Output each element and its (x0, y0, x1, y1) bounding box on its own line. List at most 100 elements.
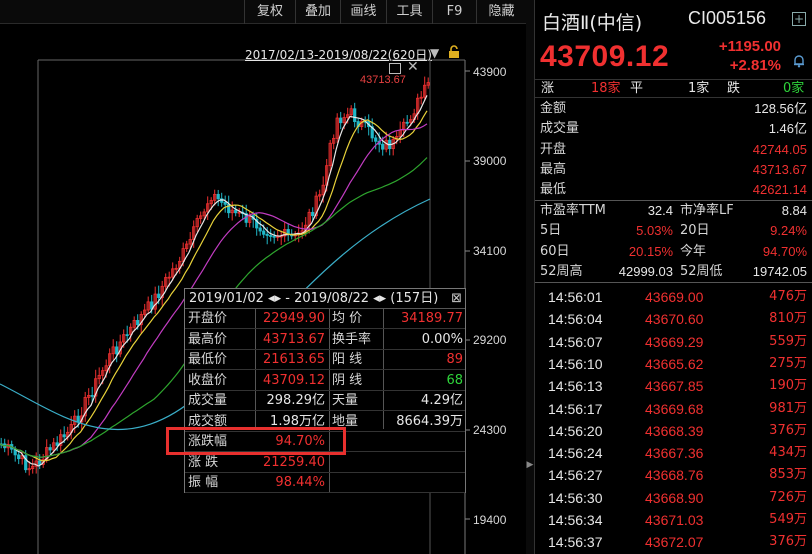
tick-price: 43667.85 (645, 378, 704, 395)
metric-value: 19742.05 (752, 263, 807, 279)
tick-price: 43668.39 (645, 422, 704, 439)
candle-body (223, 201, 227, 205)
y-tick: 29200 (473, 333, 507, 347)
advance-label: 涨 (541, 81, 555, 96)
metric-label: 5日 (540, 223, 562, 239)
y-tick: 39000 (473, 154, 507, 168)
metric-label: 市净率LF (680, 203, 734, 218)
advance-decline-row: 涨 18家 平 1家 跌 0家 (535, 79, 812, 98)
quote-row: 开盘 42744.05 (535, 140, 812, 160)
stats-value (383, 473, 463, 493)
metric-value: 20.15% (628, 243, 673, 259)
range-label[interactable]: 2017/02/13-2019/08/22(620日) (245, 46, 432, 63)
tick-row[interactable]: 14:56:17 43669.68 981万 (535, 398, 812, 420)
metric-value: 32.4 (647, 203, 673, 218)
metric-value: 5.03% (636, 223, 673, 239)
candle-body (353, 108, 357, 123)
tick-row[interactable]: 14:56:30 43668.90 726万 (535, 487, 812, 509)
tick-time: 14:56:24 (548, 445, 603, 462)
tools-button[interactable]: 工具 (386, 0, 432, 24)
maximize-icon[interactable] (389, 63, 401, 74)
tick-row[interactable]: 14:56:37 43672.07 376万 (535, 531, 812, 553)
collapse-arrow-icon[interactable]: ▶ (526, 460, 534, 476)
close-icon[interactable]: ✕ (407, 59, 419, 75)
tick-time: 14:56:20 (548, 422, 603, 439)
candle-body (339, 117, 343, 124)
tick-volume: 434万 (769, 445, 807, 461)
stats-range[interactable]: 2019/01/02 ◂▸ - 2019/08/22 ◂▸ (157日) (189, 291, 438, 306)
stats-row: 涨 跌 21259.40 (185, 453, 465, 473)
metric-value: 42999.03 (618, 263, 673, 279)
candle-body (157, 293, 161, 298)
tick-row[interactable]: 14:56:13 43667.85 190万 (535, 375, 812, 397)
dropdown-arrow-icon[interactable]: ▼ (430, 46, 439, 60)
metric-label: 60日 (540, 243, 570, 259)
tick-price: 43671.03 (645, 512, 704, 528)
tick-row[interactable]: 14:56:20 43668.39 376万 (535, 420, 812, 442)
tick-row[interactable]: 14:56:34 43671.03 549万 (535, 509, 812, 531)
candle-body (76, 415, 80, 423)
candle-body (55, 442, 59, 446)
y-tick: 34100 (473, 244, 507, 258)
lock-icon[interactable] (447, 45, 461, 59)
tick-price: 43672.07 (645, 534, 704, 551)
f9-button[interactable]: F9 (432, 0, 476, 24)
y-tick: 19400 (473, 513, 507, 527)
alert-bell-icon[interactable] (792, 54, 806, 68)
tick-price: 43665.62 (645, 355, 704, 372)
candle-body (115, 346, 119, 355)
metric-value: 9.24% (770, 223, 807, 239)
hide-button[interactable]: 隐藏 (476, 0, 526, 24)
last-price: 43709.12 (540, 40, 670, 73)
tick-row[interactable]: 14:56:04 43670.60 810万 (535, 308, 812, 330)
stock-code: CI005156 (688, 8, 767, 28)
draw-line-button[interactable]: 画线 (340, 0, 386, 24)
tick-time: 14:56:27 (548, 467, 603, 484)
stats-row: 最低价 21613.65 阳 线 89 (185, 350, 465, 370)
y-tick: 43900 (473, 65, 507, 79)
flat-count: 1家 (688, 81, 710, 96)
tick-row[interactable]: 14:56:07 43669.29 559万 (535, 331, 812, 353)
metric-label: 市盈率TTM (540, 203, 606, 218)
quote-value: 42621.14 (752, 182, 807, 198)
candle-body (216, 193, 220, 200)
tick-volume: 190万 (769, 378, 807, 394)
tick-volume: 726万 (769, 489, 807, 505)
stats-value (383, 453, 463, 473)
stats-row: 开盘价 22949.90 均 价 34189.77 (185, 309, 465, 329)
high-price-label: 43713.67 (360, 74, 406, 86)
quote-label: 成交量 (540, 121, 580, 137)
tick-volume: 376万 (769, 534, 807, 550)
metric-row: 52周高 42999.03 52周低 19742.05 (535, 262, 812, 282)
candle-body (136, 320, 140, 326)
tick-row[interactable]: 14:56:10 43665.62 275万 (535, 353, 812, 375)
stats-value: 34189.77 (400, 311, 463, 326)
stats-value: 98.44% (275, 475, 325, 490)
stats-label: 收盘价 (188, 372, 228, 388)
stats-value: 298.29亿 (266, 393, 326, 408)
stats-value: 21259.40 (262, 454, 325, 470)
highlight-annotation (166, 427, 346, 455)
metric-value: 8.84 (781, 203, 807, 218)
overlay-button[interactable]: 叠加 (295, 0, 340, 24)
tick-row[interactable]: 14:56:24 43667.36 434万 (535, 442, 812, 464)
tick-price: 43669.29 (645, 333, 704, 350)
candle-body (265, 233, 269, 236)
range-stats-panel: 2019/01/02 ◂▸ - 2019/08/22 ◂▸ (157日) ⊠ 开… (184, 288, 466, 493)
add-watchlist-icon[interactable]: + (792, 12, 806, 26)
tick-time: 14:56:01 (548, 289, 603, 305)
restore-rights-button[interactable]: 复权 (244, 0, 295, 24)
quote-label: 最高 (540, 161, 567, 177)
stats-value: 8664.39万 (396, 413, 463, 429)
tick-row[interactable]: 14:56:01 43669.00 476万 (535, 286, 812, 308)
advance-count: 18家 (591, 81, 621, 96)
stock-name: 白酒Ⅱ(中信) (542, 12, 643, 34)
close-icon[interactable]: ⊠ (451, 289, 462, 309)
stats-value: 68 (446, 372, 463, 388)
stats-value: 0.00% (421, 331, 463, 347)
tick-volume: 853万 (769, 467, 807, 483)
price-change-percent: +2.81% (729, 57, 781, 74)
decline-count: 0家 (783, 81, 805, 96)
stats-row: 成交量 298.29亿 天量 4.29亿 (185, 391, 465, 411)
tick-row[interactable]: 14:56:27 43668.76 853万 (535, 464, 812, 486)
